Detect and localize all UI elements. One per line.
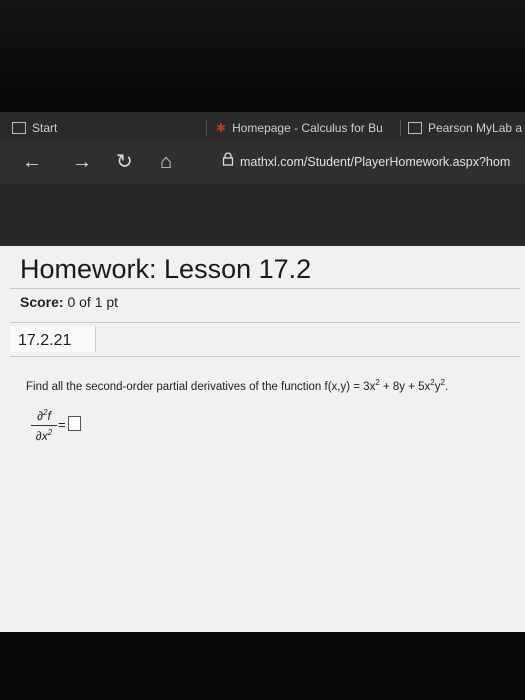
tab-separator: [206, 120, 207, 136]
forward-arrow-icon[interactable]: →: [72, 150, 92, 174]
divider: [10, 288, 520, 289]
home-icon[interactable]: ⌂: [160, 150, 172, 174]
fraction-numerator: ∂2f: [37, 408, 51, 423]
lock-icon: [222, 152, 234, 166]
score-line: Score: 0 of 1 pt: [20, 294, 118, 310]
page-title: Homework: Lesson 17.2: [20, 254, 312, 284]
pearson-logo-icon: ✱: [216, 121, 227, 135]
tab-start[interactable]: Start: [12, 118, 82, 138]
score-label: Score:: [20, 294, 64, 310]
tab-label: Start: [32, 121, 58, 135]
divider: [10, 322, 520, 323]
fraction-denominator: ∂x2: [35, 428, 53, 443]
monitor-bezel-bottom: [0, 632, 525, 700]
score-value: 0 of 1 pt: [67, 294, 119, 310]
start-icon: [12, 122, 26, 134]
partial-derivative-fraction: ∂2f ∂x2: [30, 408, 58, 443]
page-icon: [408, 122, 422, 134]
equals-sign: =: [58, 417, 66, 432]
divider: [10, 356, 520, 357]
refresh-icon[interactable]: ↻: [116, 150, 133, 174]
homework-page: Homework: Lesson 17.2 Score: 0 of 1 pt 1…: [0, 246, 525, 632]
answer-input[interactable]: [68, 416, 81, 431]
tab-pearson-mylab[interactable]: Pearson MyLab a: [408, 118, 525, 138]
tab-label: Homepage - Calculus for Bu: [232, 121, 383, 135]
question-text: Find all the second-order partial deriva…: [26, 378, 449, 393]
tab-homepage[interactable]: ✱ Homepage - Calculus for Bu: [216, 118, 396, 138]
tab-separator: [400, 120, 401, 136]
back-arrow-icon[interactable]: ←: [22, 150, 42, 174]
question-number: 17.2.21: [18, 332, 72, 349]
page-header-band: [0, 184, 525, 246]
monitor-bezel-top: [0, 0, 525, 112]
address-bar[interactable]: mathxl.com/Student/PlayerHomework.aspx?h…: [240, 155, 510, 169]
tab-label: Pearson MyLab a: [428, 121, 523, 135]
fraction-bar: [31, 425, 57, 426]
tab-bar: Start ✱ Homepage - Calculus for Bu Pears…: [0, 112, 525, 142]
browser-window: Start ✱ Homepage - Calculus for Bu Pears…: [0, 112, 525, 632]
